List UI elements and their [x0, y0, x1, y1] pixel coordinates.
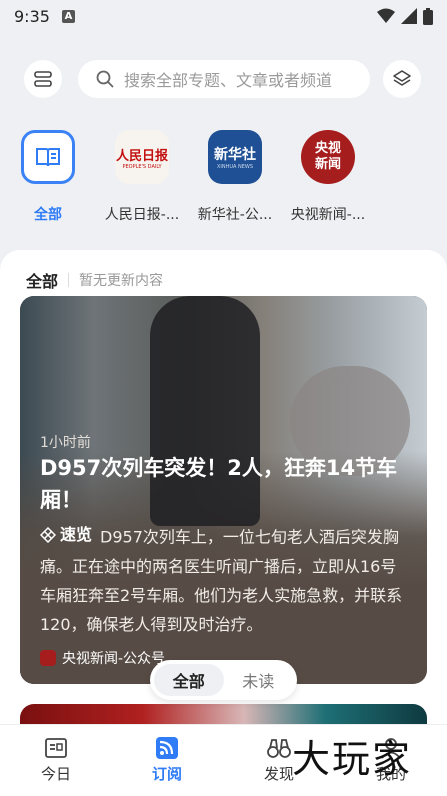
status-time: 9:35: [14, 6, 50, 26]
feed-panel: 全部 暂无更新内容 1小时前 D957次列车突发！2人，狂奔14节车厢！ 速览 …: [0, 250, 447, 730]
search-icon: [96, 70, 114, 88]
nav-today[interactable]: 今日: [11, 737, 101, 784]
status-bar: 9:35 A: [0, 0, 447, 32]
xinhua-logo: 新华社 XINHUA NEWS: [208, 130, 262, 184]
source-logo-icon: [40, 650, 56, 666]
quick-view-icon: [40, 526, 56, 543]
feed-title: 全部: [26, 272, 59, 291]
nav-subscribe[interactable]: 订阅: [122, 737, 212, 784]
feed-header: 全部 暂无更新内容: [26, 268, 163, 292]
watermark: 大玩家: [292, 737, 413, 781]
article-time: 1小时前: [40, 435, 91, 451]
read-filter-toggle: 全部 未读: [150, 660, 297, 700]
nav-label: 发现: [263, 765, 294, 783]
layers-icon: [393, 70, 411, 86]
menu-button[interactable]: [24, 60, 62, 98]
status-icons: [377, 7, 433, 25]
channel-label: 全部: [34, 207, 62, 223]
filter-all[interactable]: 全部: [154, 664, 224, 696]
divider: [68, 273, 70, 287]
signal-icon: [401, 8, 417, 24]
nav-label: 订阅: [151, 765, 182, 783]
layers-button[interactable]: [383, 60, 421, 98]
article-card[interactable]: 1小时前 D957次列车突发！2人，狂奔14节车厢！ 速览 D957次列车上，一…: [20, 296, 427, 684]
channel-label: 新华社-公...: [197, 207, 273, 223]
source-name: 央视新闻-公众号: [62, 651, 166, 667]
summary-text: D957次列车上，一位七旬老人酒后突发胸痛。正在途中的两名医生听闻广播后，立即从…: [40, 527, 403, 634]
wifi-icon: [377, 8, 395, 23]
channel-list: 全部 人民日报 PEOPLE'S DAILY 人民日报-... 新华社 XINH…: [0, 130, 447, 230]
rss-icon: [156, 737, 178, 759]
nav-label: 今日: [40, 765, 71, 783]
channel-all-logo: [21, 130, 75, 184]
notification-icon: A: [61, 9, 75, 23]
filter-unread[interactable]: 未读: [224, 664, 294, 696]
channel-all[interactable]: 全部: [3, 130, 93, 224]
list-icon: [34, 71, 52, 87]
article-source[interactable]: 央视新闻-公众号: [40, 648, 165, 668]
newspaper-icon: [45, 738, 67, 758]
article-headline: D957次列车突发！2人，狂奔14节车厢！: [40, 456, 398, 512]
channel-cctv-news[interactable]: 央视新闻 央视新闻-...: [283, 130, 373, 224]
battery-icon: [423, 7, 433, 25]
book-icon: [36, 148, 60, 167]
quick-view: 速览: [40, 520, 92, 549]
search-placeholder: 搜索全部专题、文章或者频道: [124, 71, 333, 90]
article-summary: 速览 D957次列车上，一位七旬老人酒后突发胸痛。正在途中的两名医生听闻广播后，…: [40, 520, 410, 639]
top-bar: 搜索全部专题、文章或者频道: [0, 60, 447, 98]
cctv-news-logo: 央视新闻: [301, 130, 355, 184]
channel-xinhua[interactable]: 新华社 XINHUA NEWS 新华社-公...: [190, 130, 280, 224]
search-input[interactable]: 搜索全部专题、文章或者频道: [78, 60, 370, 98]
people-daily-logo: 人民日报 PEOPLE'S DAILY: [115, 130, 169, 184]
binoculars-icon: [267, 739, 291, 758]
channel-label: 央视新闻-...: [290, 207, 366, 223]
channel-people-daily[interactable]: 人民日报 PEOPLE'S DAILY 人民日报-...: [97, 130, 187, 224]
feed-subtitle: 暂无更新内容: [79, 273, 164, 289]
channel-label: 人民日报-...: [104, 207, 180, 223]
